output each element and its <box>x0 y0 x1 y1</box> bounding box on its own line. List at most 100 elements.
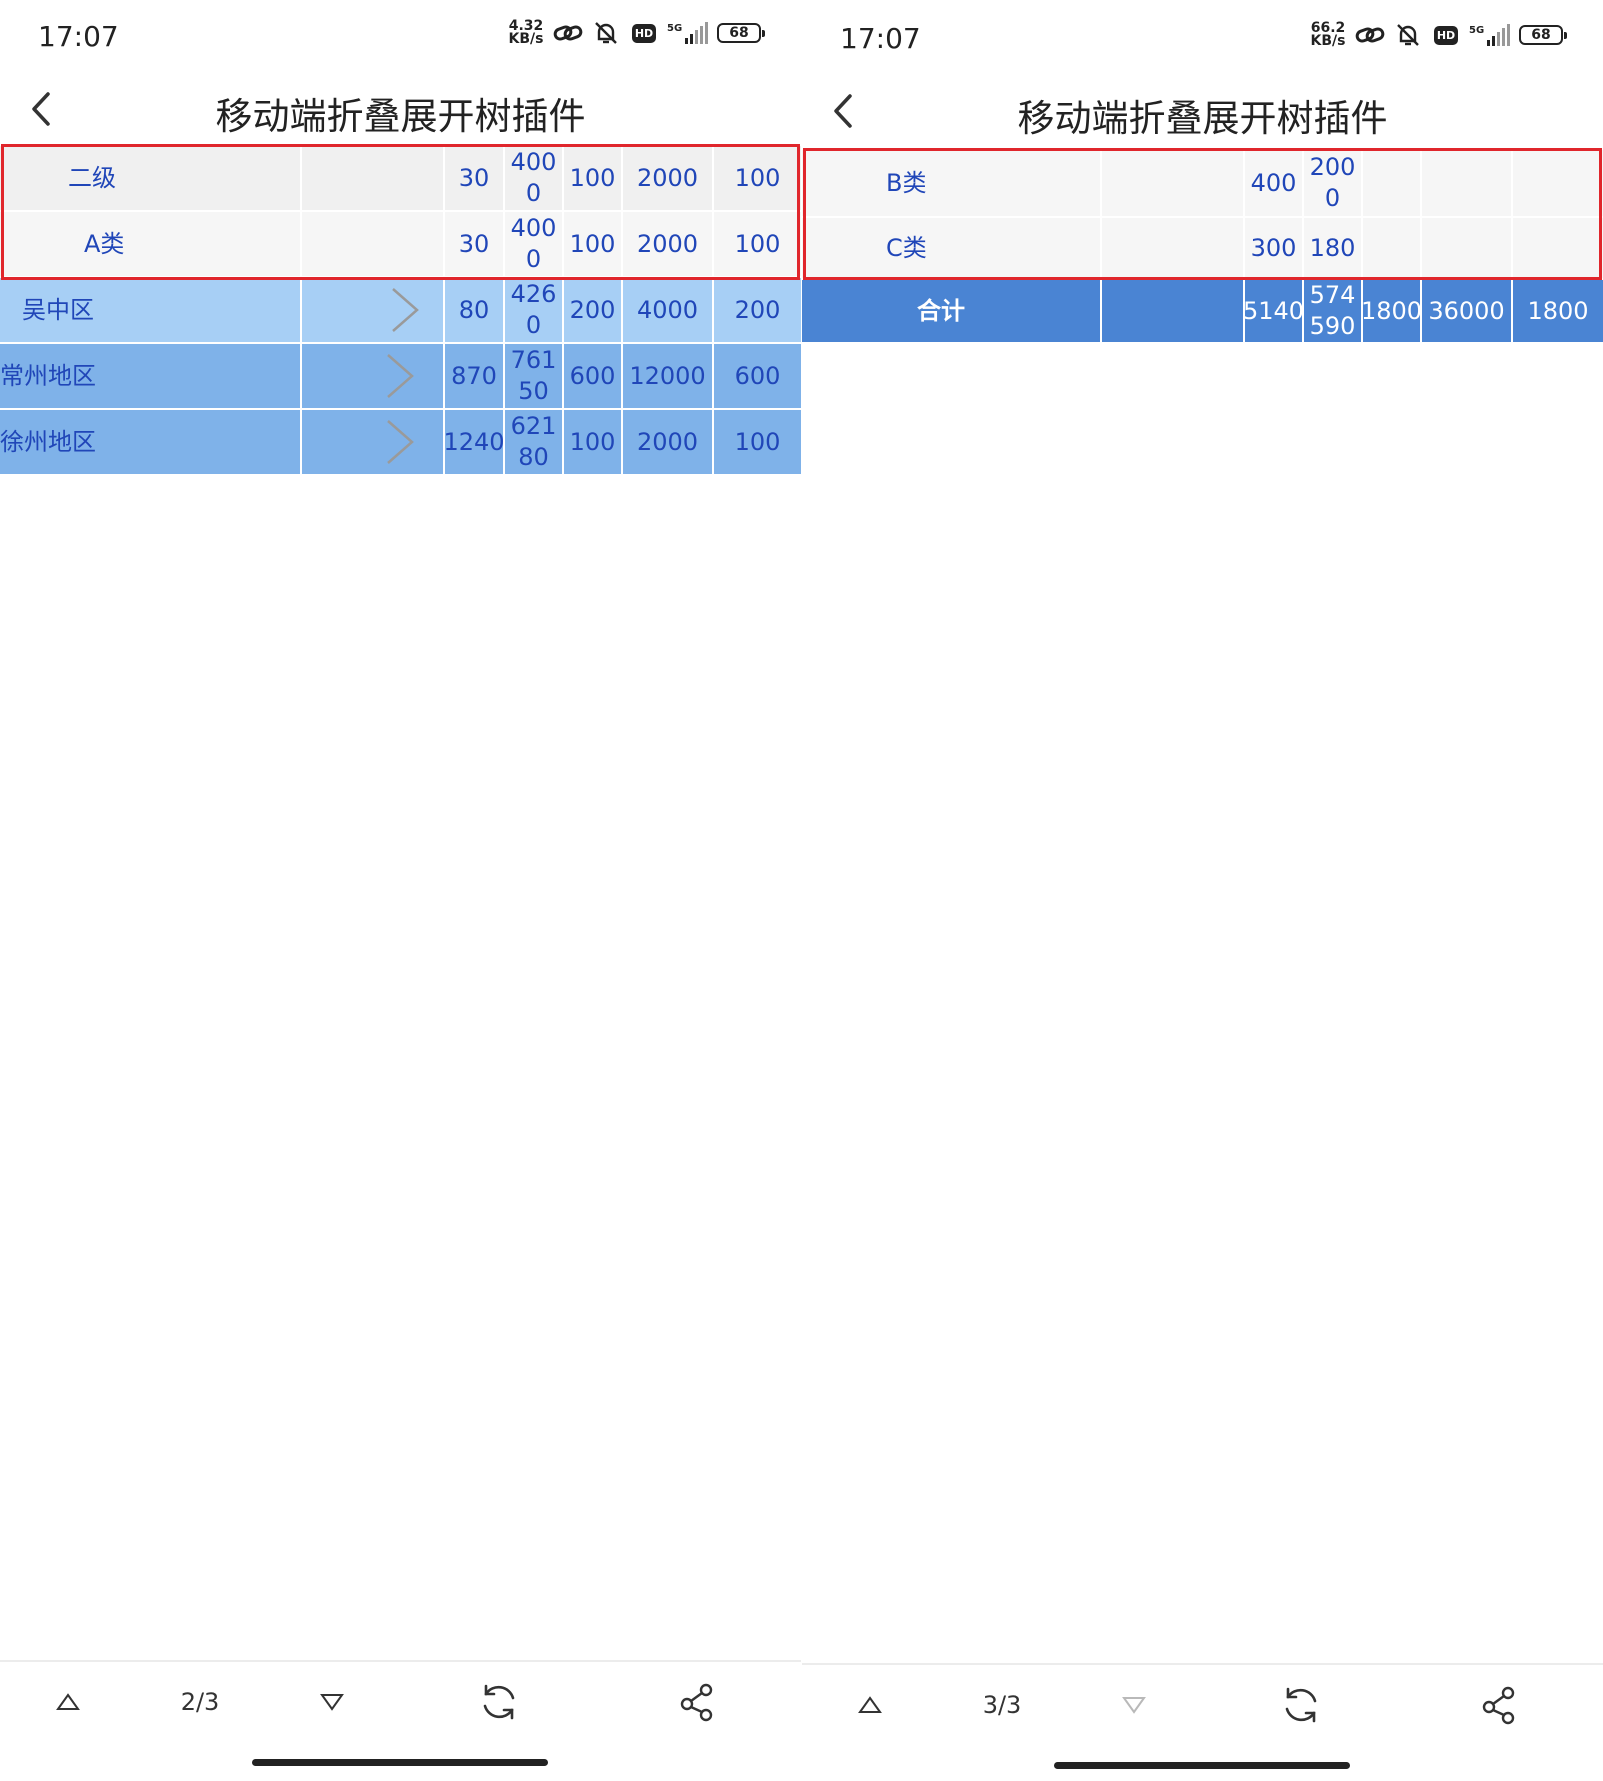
value-cell <box>1422 218 1513 278</box>
row-name: 徐州地区 <box>0 410 302 474</box>
title-bar: 移动端折叠展开树插件 <box>0 72 801 146</box>
total-cell: 1800 <box>1361 280 1422 342</box>
signal-icon: 5G <box>667 20 709 46</box>
speed-unit: KB/s <box>508 31 544 47</box>
value-cell: 4000 <box>623 278 714 342</box>
page-indicator: 2/3 <box>180 1688 220 1716</box>
status-icons: 66.2 KB/s HD 5G 68 <box>1309 21 1567 49</box>
prev-page-button[interactable] <box>850 1683 890 1727</box>
table-row[interactable]: C类 300 180 <box>802 218 1603 280</box>
total-row: 合计 5140 574590 1800 36000 1800 <box>802 280 1603 344</box>
value-cell: 200 <box>734 295 781 324</box>
chevron-right-icon <box>391 288 419 332</box>
value-cell: 100 <box>734 163 781 192</box>
value-cell <box>1422 150 1513 216</box>
triangle-down-icon <box>1122 1697 1146 1714</box>
triangle-up-icon <box>56 1693 80 1710</box>
next-page-button[interactable] <box>312 1680 352 1724</box>
value-cell: 4260 <box>510 280 557 339</box>
total-label: 合计 <box>802 280 1102 342</box>
speed-unit: KB/s <box>1310 33 1346 49</box>
table-row[interactable]: B类 400 2000 <box>802 150 1603 218</box>
share-icon <box>680 1683 713 1722</box>
value-cell: 400 <box>1245 150 1304 216</box>
total-cell-wrap: 574590 <box>1304 280 1363 342</box>
value-cell: 2000 <box>623 410 714 474</box>
bottom-toolbar: 2/3 <box>0 1660 801 1742</box>
value-cell: 100 <box>564 410 623 474</box>
value-cell: 4000 <box>510 148 557 207</box>
left-screen: 17:07 4.32 KB/s HD 5G 68 移动端折叠展开树插件 二级 3… <box>0 0 801 1781</box>
battery-icon: 68 <box>717 23 765 43</box>
chevron-right-icon <box>386 420 414 464</box>
refresh-icon <box>1285 1687 1317 1723</box>
expand-cell[interactable] <box>302 410 445 474</box>
value-cell <box>1363 218 1422 278</box>
next-page-button[interactable] <box>1114 1683 1154 1727</box>
value-cell: 30 <box>445 212 505 276</box>
prev-page-button[interactable] <box>48 1680 88 1724</box>
value-cell <box>1363 150 1422 216</box>
expand-cell <box>1102 218 1245 278</box>
value-cell-wrap: 2000 <box>1304 150 1363 216</box>
value-cell <box>1513 218 1603 278</box>
value-cell-wrap: 76150 <box>505 344 564 408</box>
total-cell: 36000 <box>1422 280 1513 342</box>
value-cell: 12000 <box>623 344 714 408</box>
page-title: 移动端折叠展开树插件 <box>215 95 586 138</box>
network-speed: 4.32 KB/s <box>507 19 545 47</box>
right-screen: 17:07 66.2 KB/s HD 5G 68 移动端折叠展开树插件 B类 4… <box>802 0 1603 1781</box>
expand-cell[interactable] <box>302 344 445 408</box>
row-name: C类 <box>802 218 1102 278</box>
refresh-button[interactable] <box>474 1680 524 1724</box>
value-cell: 870 <box>445 344 505 408</box>
expand-cell <box>1102 150 1245 216</box>
value-cell: 62180 <box>510 412 557 471</box>
table-row[interactable]: 二级 30 4000 100 2000 100 <box>0 146 801 212</box>
expand-cell <box>1102 280 1245 342</box>
bottom-toolbar: 3/3 <box>802 1663 1603 1745</box>
link-icon <box>553 20 583 46</box>
value-cell: 180 <box>1304 218 1363 278</box>
value-cell: 600 <box>564 344 623 408</box>
expand-cell <box>302 212 445 276</box>
row-name: 常州地区 <box>0 344 302 408</box>
share-button[interactable] <box>676 1680 720 1724</box>
title-bar: 移动端折叠展开树插件 <box>802 74 1603 148</box>
row-name: A类 <box>0 212 302 276</box>
table-row[interactable]: A类 30 4000 100 2000 100 <box>0 212 801 278</box>
hd-icon: HD <box>629 20 659 46</box>
value-cell: 100 <box>564 146 623 210</box>
value-cell: 1240 <box>443 410 505 474</box>
value-cell: 100 <box>734 229 781 258</box>
tree-table: 二级 30 4000 100 2000 100 A类 30 4000 100 2… <box>0 146 801 476</box>
total-cell: 1800 <box>1527 296 1589 325</box>
triangle-down-icon <box>320 1694 344 1711</box>
expand-cell[interactable] <box>302 278 445 342</box>
signal-label: 5G <box>1469 25 1484 36</box>
battery-level: 68 <box>1531 27 1551 43</box>
status-bar: 17:07 4.32 KB/s HD 5G 68 <box>0 0 801 72</box>
home-indicator[interactable] <box>252 1759 548 1766</box>
status-bar: 17:07 66.2 KB/s HD 5G 68 <box>802 2 1603 74</box>
chevron-right-icon <box>386 354 414 398</box>
table-row[interactable]: 吴中区 80 4260 200 4000 200 <box>0 278 801 344</box>
signal-icon: 5G <box>1469 22 1511 48</box>
value-cell-wrap: 4260 <box>505 278 564 342</box>
share-icon <box>1482 1686 1515 1725</box>
table-row[interactable]: 徐州地区 1240 62180 100 2000 100 <box>0 410 801 476</box>
value-cell: 200 <box>564 278 623 342</box>
table-row[interactable]: 常州地区 870 76150 600 12000 600 <box>0 344 801 410</box>
share-button[interactable] <box>1478 1683 1522 1727</box>
row-name: 二级 <box>0 146 302 210</box>
hd-icon: HD <box>1431 22 1461 48</box>
value-cell: 100 <box>734 427 781 456</box>
value-cell-wrap: 62180 <box>505 410 564 474</box>
value-cell: 100 <box>564 212 623 276</box>
home-indicator[interactable] <box>1054 1762 1350 1769</box>
value-cell: 4000 <box>510 214 557 273</box>
value-cell: 30 <box>445 146 505 210</box>
value-cell: 300 <box>1245 218 1304 278</box>
status-time: 17:07 <box>840 22 921 55</box>
refresh-button[interactable] <box>1276 1683 1326 1727</box>
